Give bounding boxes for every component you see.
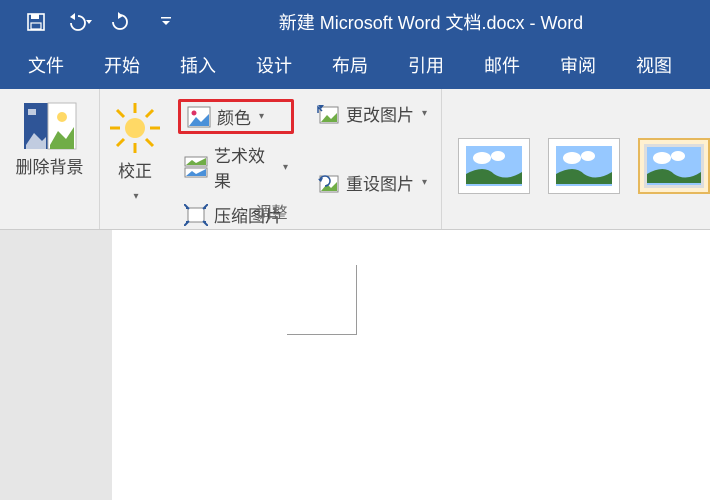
change-picture-label: 更改图片	[346, 101, 414, 126]
picture-style-1[interactable]	[458, 138, 530, 194]
picture-styles-gallery	[442, 89, 710, 229]
group-remove-background: 删除背景	[0, 89, 100, 229]
undo-icon[interactable]	[64, 12, 92, 32]
quick-access-toolbar	[0, 12, 172, 32]
corrections-button[interactable]: 校正▾	[105, 95, 165, 205]
page-canvas[interactable]	[112, 230, 710, 500]
titlebar: 新建 Microsoft Word 文档.docx - Word	[0, 0, 710, 44]
color-label: 颜色	[217, 104, 251, 129]
change-picture-button[interactable]: 更改图片 ▾	[310, 99, 433, 128]
tab-home[interactable]: 开始	[104, 52, 140, 78]
tab-file[interactable]: 文件	[28, 52, 64, 78]
save-icon[interactable]	[26, 12, 46, 32]
window-title: 新建 Microsoft Word 文档.docx - Word	[172, 9, 710, 35]
chevron-down-icon: ▾	[259, 111, 264, 122]
remove-background-button[interactable]: 删除背景	[5, 95, 95, 179]
tab-mailings[interactable]: 邮件	[484, 52, 520, 78]
change-picture-icon	[316, 103, 340, 125]
tab-view[interactable]: 视图	[636, 52, 672, 78]
app-name: Word	[541, 13, 584, 33]
artistic-effects-icon	[184, 156, 208, 178]
artistic-label: 艺术效果	[214, 142, 275, 192]
picture-style-3[interactable]	[638, 138, 710, 194]
qat-customize-icon[interactable]	[160, 16, 172, 28]
tab-layout[interactable]: 布局	[332, 52, 368, 78]
color-button[interactable]: 颜色 ▾	[178, 99, 294, 134]
chevron-down-icon: ▾	[422, 108, 427, 119]
remove-background-label: 删除背景	[16, 157, 84, 179]
doc-name: 新建 Microsoft Word 文档.docx	[279, 13, 525, 33]
redo-icon[interactable]	[110, 12, 130, 32]
picture-style-2[interactable]	[548, 138, 620, 194]
reset-picture-button[interactable]: 重设图片 ▾	[310, 168, 433, 197]
tab-references[interactable]: 引用	[408, 52, 444, 78]
ribbon-tabs: 文件 开始 插入 设计 布局 引用 邮件 审阅 视图	[0, 44, 710, 89]
tab-insert[interactable]: 插入	[180, 52, 216, 78]
navigation-gutter	[0, 230, 112, 500]
picture-color-icon	[187, 106, 211, 128]
tab-design[interactable]: 设计	[256, 52, 292, 78]
tab-review[interactable]: 审阅	[560, 52, 596, 78]
ribbon: 删除背景 校正▾ 颜色 ▾	[0, 89, 710, 230]
image-selection-frame[interactable]	[287, 265, 357, 335]
artistic-effects-button[interactable]: 艺术效果 ▾	[178, 140, 294, 194]
adjust-group-label: 调整	[102, 199, 441, 223]
chevron-down-icon: ▾	[422, 177, 427, 188]
reset-picture-label: 重设图片	[346, 170, 414, 195]
document-area	[0, 230, 710, 500]
group-adjust-col2: 更改图片 ▾ 重设图片 ▾ 调整	[302, 89, 442, 229]
reset-picture-icon	[316, 172, 340, 194]
chevron-down-icon: ▾	[283, 162, 288, 173]
